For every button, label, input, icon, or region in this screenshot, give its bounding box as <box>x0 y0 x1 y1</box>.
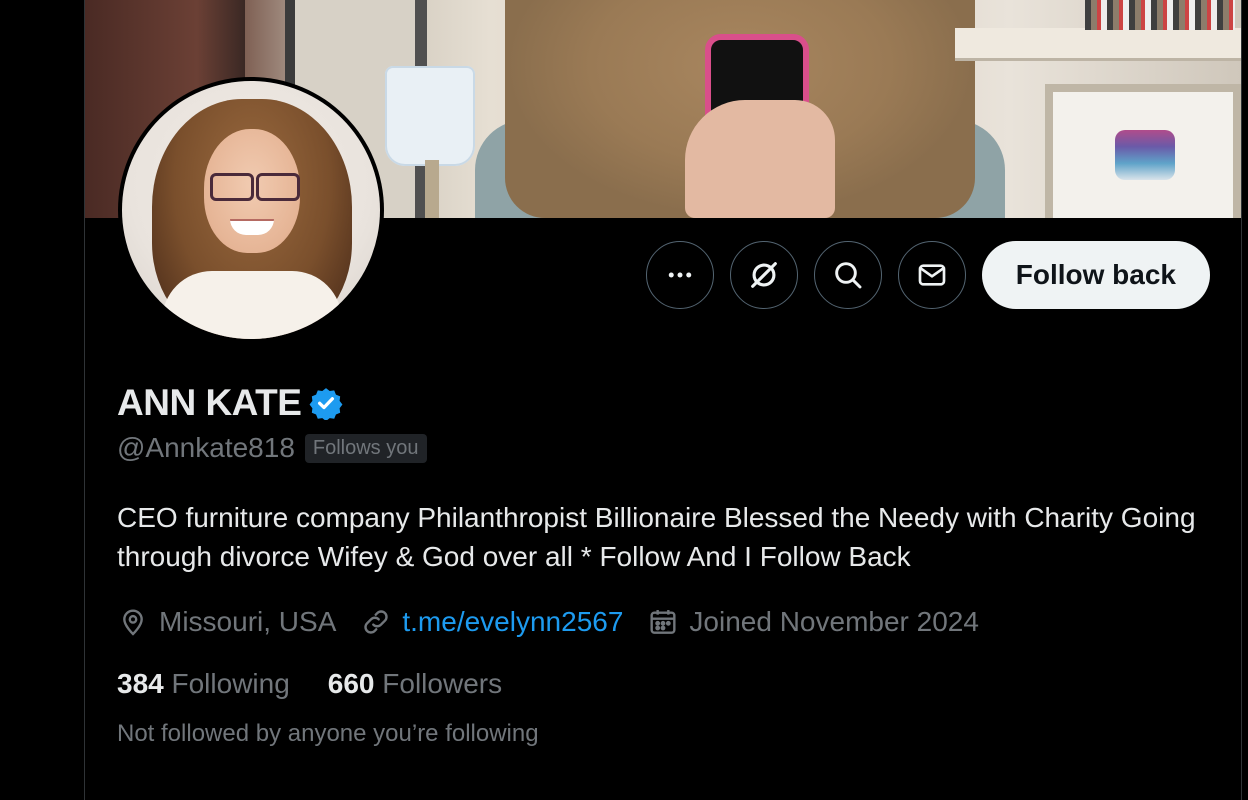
search-icon <box>834 262 862 289</box>
banner-lamp-base <box>425 160 439 218</box>
profile-actions: Follow back <box>645 241 1210 309</box>
followers-link[interactable]: 660 Followers <box>328 668 502 700</box>
more-button[interactable] <box>645 241 714 309</box>
profile-info: ANN KATE @Annkate818 Follows you CEO fur… <box>117 380 1217 748</box>
more-icon <box>668 272 691 278</box>
followers-label: Followers <box>382 668 503 699</box>
name-row: ANN KATE <box>117 380 1217 426</box>
profile-avatar[interactable] <box>118 77 384 343</box>
location-text: Missouri, USA <box>159 606 337 637</box>
handle-row: @Annkate818 Follows you <box>117 428 1217 468</box>
message-button[interactable] <box>897 241 966 309</box>
location-item: Missouri, USA <box>117 606 336 638</box>
banner-lampshade <box>385 66 475 166</box>
location-icon <box>123 609 143 636</box>
follows-you-badge: Follows you <box>304 433 427 463</box>
follow-counts: 384 Following 660 Followers <box>117 664 1217 704</box>
joined-text: Joined November 2024 <box>689 606 979 637</box>
banner-hand <box>685 100 835 218</box>
following-label: Following <box>171 668 290 699</box>
following-link[interactable]: 384 Following <box>117 668 290 700</box>
profile-link[interactable]: t.me/evelynn2567 <box>402 606 623 638</box>
avatar-top <box>162 271 342 339</box>
avatar-glasses-left <box>210 173 254 201</box>
avatar-glasses-right <box>256 173 300 201</box>
display-name: ANN KATE <box>117 382 302 423</box>
link-icon <box>364 610 389 634</box>
mutual-followers-text: Not followed by anyone you’re following <box>117 720 539 747</box>
profile-bio: CEO furniture company Philanthropist Bil… <box>117 502 1196 572</box>
grok-icon <box>750 262 777 288</box>
link-item[interactable]: t.me/evelynn2567 <box>360 606 623 638</box>
calendar-icon <box>650 610 676 634</box>
avatar-photo <box>122 81 380 339</box>
following-count: 384 <box>117 668 164 699</box>
banner-books <box>1085 0 1235 30</box>
profile-handle: @Annkate818 <box>117 432 295 463</box>
followers-count: 660 <box>327 668 375 699</box>
profile-meta: Missouri, USA t.me/evelynn2567 Joined No… <box>117 602 1217 642</box>
joined-item: Joined November 2024 <box>647 606 979 638</box>
follow-back-button[interactable]: Follow back <box>981 241 1210 309</box>
search-button[interactable] <box>813 241 882 309</box>
banner-shelf <box>955 28 1241 61</box>
verified-badge-icon[interactable] <box>309 386 343 420</box>
grok-button[interactable] <box>729 241 798 309</box>
banner-picture-art <box>1115 130 1175 180</box>
profile-column: Follow back ANN KATE @Annkate818 Follows… <box>84 0 1242 800</box>
message-icon <box>918 264 946 286</box>
